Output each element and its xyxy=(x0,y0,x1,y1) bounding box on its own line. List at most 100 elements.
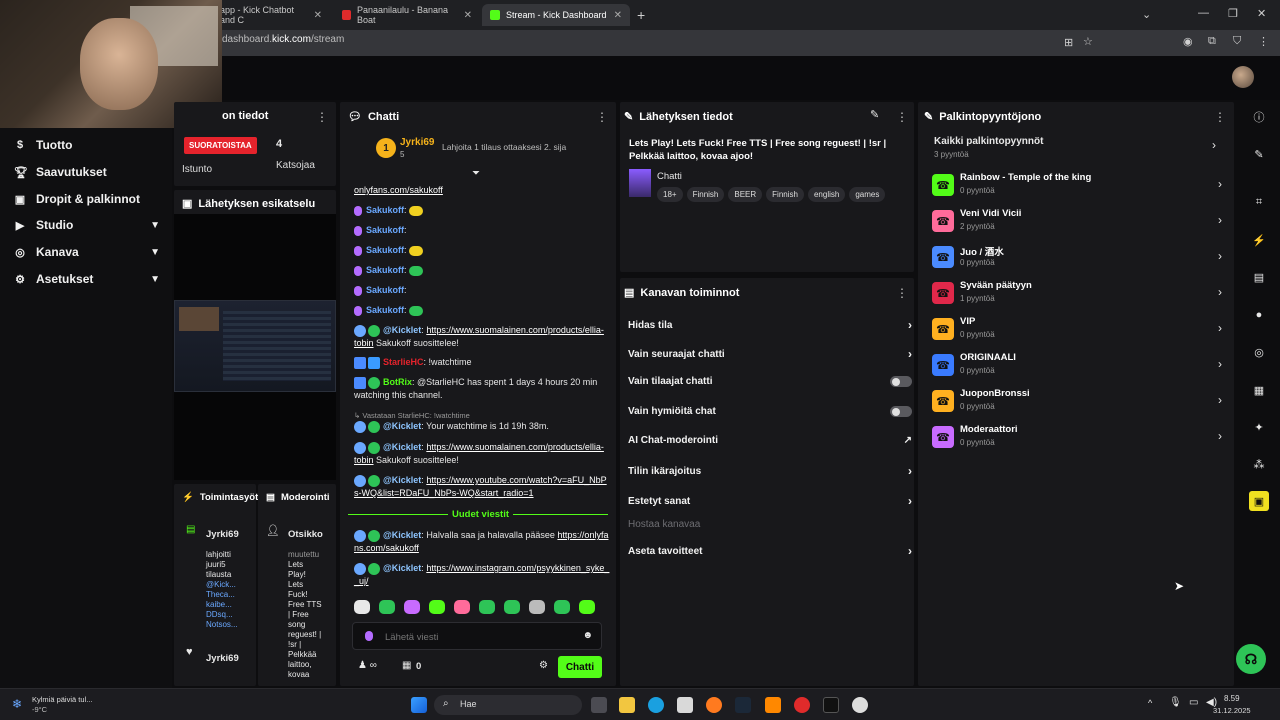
chat-link[interactable]: onlyfans.com/sakukoff xyxy=(354,185,443,195)
chat-input-box[interactable]: ☻ xyxy=(352,622,602,650)
chevron-down-icon[interactable]: ⌄ xyxy=(1142,8,1151,21)
chat-user[interactable]: StarlieHC xyxy=(383,357,424,367)
sidebar-item-tuotto[interactable]: $ Tuotto xyxy=(14,138,160,152)
chat-user[interactable]: @Kicklet xyxy=(383,325,421,335)
search-box[interactable]: ⌕ Hae xyxy=(434,695,582,715)
more-icon[interactable]: ⋮ xyxy=(596,110,608,124)
more-icon[interactable]: ⋮ xyxy=(316,110,328,124)
chrome-icon[interactable] xyxy=(852,697,868,713)
maximize-icon[interactable]: ❐ xyxy=(1228,7,1238,20)
sidebar-item-dropit[interactable]: ▣ Dropit & palkinnot xyxy=(14,192,160,206)
clock-time[interactable]: 8.59 xyxy=(1224,694,1240,703)
pencil-icon[interactable]: ✎ xyxy=(1250,145,1268,163)
reward-row[interactable]: ☎ Syvään päätyyn 1 pyyntöä › xyxy=(932,280,1222,310)
menu-icon[interactable]: ⋮ xyxy=(1258,35,1269,48)
edit-icon[interactable]: ✎ xyxy=(870,108,879,121)
chat-user[interactable]: @Kicklet xyxy=(383,421,421,431)
chat-user[interactable]: @Kicklet xyxy=(383,475,421,485)
browser-tab-chatbot[interactable]: app - Kick Chatbot and C ✕ xyxy=(212,4,330,26)
sidebar-item-studio[interactable]: ▶ Studio ▼ xyxy=(14,218,160,232)
more-icon[interactable]: ⋮ xyxy=(1214,110,1226,124)
bookmark-star-icon[interactable]: ☆ xyxy=(1083,35,1093,48)
broadcast-icon[interactable]: ◎ xyxy=(1250,343,1268,361)
gift-icon[interactable]: ▦ xyxy=(402,660,411,671)
reward-row[interactable]: ☎ Juo / 酒水 0 pyyntöä › xyxy=(932,244,1222,274)
chat-user[interactable]: Sakukoff xyxy=(366,225,404,235)
channel-action-row[interactable]: Vain tilaajat chatti xyxy=(628,376,912,387)
emote-icon[interactable] xyxy=(379,600,395,614)
avatar[interactable] xyxy=(1232,66,1254,88)
clapper-icon[interactable]: ▣ xyxy=(1249,491,1269,511)
reward-row[interactable]: ☎ JuoponBronssi 0 pyyntöä › xyxy=(932,388,1222,418)
chat-user[interactable]: Sakukoff xyxy=(366,245,404,255)
browser-tab-kick[interactable]: Stream - Kick Dashboard ✕ xyxy=(482,4,630,26)
mic-tray-icon[interactable]: 🎙︎ xyxy=(1169,697,1182,708)
emote-icon[interactable] xyxy=(354,600,370,614)
chat-input[interactable] xyxy=(385,629,575,645)
reward-row[interactable]: ☎ Veni Vidi Vicii 2 pyyntöä › xyxy=(932,208,1222,238)
users-icon[interactable]: ⁂ xyxy=(1250,455,1268,473)
close-icon[interactable]: ✕ xyxy=(614,10,622,21)
profile-icon[interactable]: ◉ xyxy=(1183,35,1193,48)
channel-action-row[interactable]: Tilin ikärajoitus › xyxy=(628,464,912,478)
send-chat-button[interactable]: Chatti xyxy=(558,656,602,678)
close-icon[interactable]: ✕ xyxy=(314,10,322,21)
edge-icon[interactable] xyxy=(648,697,664,713)
funnel-icon[interactable]: ⏷ xyxy=(472,168,480,179)
channel-action-row[interactable]: Vain seuraajat chatti › xyxy=(628,347,912,361)
install-icon[interactable]: ⊞ xyxy=(1064,36,1073,49)
new-tab-icon[interactable]: + xyxy=(637,7,645,23)
store-icon[interactable] xyxy=(677,697,693,713)
chat-user[interactable]: Sakukoff xyxy=(366,265,404,275)
chat-user[interactable]: Sakukoff xyxy=(366,285,404,295)
channel-action-row[interactable]: Hidas tila › xyxy=(628,318,912,332)
firefox-icon[interactable] xyxy=(706,697,722,713)
channel-action-row[interactable]: Vain hymiöitä chat xyxy=(628,406,912,417)
weather-title[interactable]: Kylmiä päiviä tul... xyxy=(32,695,92,704)
channel-action-row[interactable]: Aseta tavoitteet › xyxy=(628,544,912,558)
task-view-icon[interactable] xyxy=(591,697,607,713)
emote-icon[interactable] xyxy=(504,600,520,614)
preview-video[interactable] xyxy=(174,300,336,392)
network-icon[interactable]: ▭ xyxy=(1189,697,1198,708)
emote-icon[interactable] xyxy=(579,600,595,614)
vlc-icon[interactable] xyxy=(765,697,781,713)
more-icon[interactable]: ⋮ xyxy=(896,286,908,300)
emote-icon[interactable] xyxy=(454,600,470,614)
chevron-up-icon[interactable]: ^ xyxy=(1148,698,1152,708)
steam-icon[interactable] xyxy=(735,697,751,713)
chat-user[interactable]: @Kicklet xyxy=(383,442,421,452)
support-headset-icon[interactable]: ☊ xyxy=(1236,644,1266,674)
file-explorer-icon[interactable] xyxy=(619,697,635,713)
reward-row[interactable]: ☎ Rainbow - Temple of the king 0 pyyntöä › xyxy=(932,172,1222,202)
url-field[interactable]: dashboard.kick.com/stream xyxy=(222,34,344,45)
document-icon[interactable]: ▤ xyxy=(1250,268,1268,286)
info-icon[interactable]: ⓘ xyxy=(1250,108,1268,126)
reward-row[interactable]: ☎ Moderaattori 0 pyyntöä › xyxy=(932,424,1222,454)
clock-date[interactable]: 31.12.2025 xyxy=(1213,706,1251,715)
window-close-icon[interactable]: ✕ xyxy=(1257,7,1266,20)
minimize-icon[interactable]: — xyxy=(1198,7,1209,19)
chat-user[interactable]: Sakukoff xyxy=(366,205,404,215)
windows-start-icon[interactable] xyxy=(411,697,427,713)
sidebar-item-asetukset[interactable]: ⚙ Asetukset ▼ xyxy=(14,272,160,286)
emote-icon[interactable] xyxy=(529,600,545,614)
chat-user[interactable]: @Kicklet xyxy=(383,530,421,540)
layout-icon[interactable]: ▦ xyxy=(1250,381,1268,399)
all-rewards-row[interactable]: Kaikki palkintopyynnöt 3 pyyntöä › xyxy=(934,136,1224,164)
channel-action-row[interactable]: Estetyt sanat › xyxy=(628,494,912,508)
emote-icon[interactable] xyxy=(429,600,445,614)
emote-icon[interactable] xyxy=(479,600,495,614)
chat-user[interactable]: BotRix xyxy=(383,377,412,387)
reward-row[interactable]: ☎ ORIGINAALI 0 pyyntöä › xyxy=(932,352,1222,382)
emote-icon[interactable] xyxy=(554,600,570,614)
bolt-icon[interactable]: ⚡ xyxy=(1250,231,1268,249)
emoji-picker-icon[interactable]: ☻ xyxy=(582,630,593,641)
sidebar-item-kanava[interactable]: ◎ Kanava ▼ xyxy=(14,245,160,259)
gear-icon[interactable]: ⚙ xyxy=(539,660,548,671)
close-icon[interactable]: ✕ xyxy=(464,10,472,21)
extensions-icon[interactable]: ⧉ xyxy=(1208,35,1216,48)
sidebar-item-saavutukset[interactable]: 🏆︎ Saavutukset xyxy=(14,165,160,179)
emote-icon[interactable] xyxy=(404,600,420,614)
reward-row[interactable]: ☎ VIP 0 pyyntöä › xyxy=(932,316,1222,346)
